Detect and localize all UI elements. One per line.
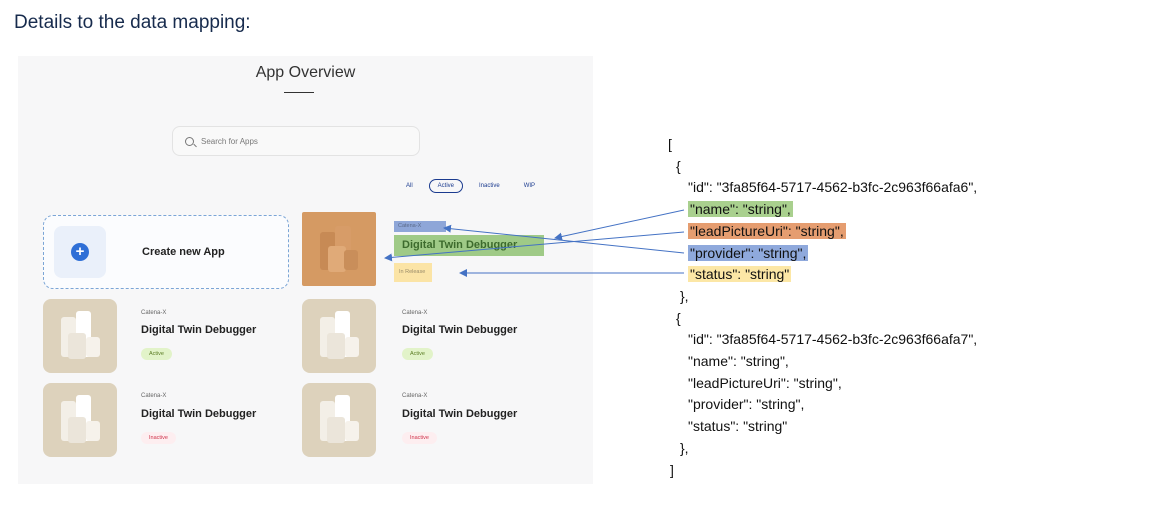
json-id-line: "id": "3fa85f64-5717-4562-b3fc-2c963f66a… — [688, 179, 978, 196]
status-badge: Active — [402, 348, 433, 360]
app-card-provider: Catena-X — [402, 393, 428, 399]
app-card-provider: Catena-X — [402, 310, 428, 316]
status-badge: Active — [141, 348, 172, 360]
json-name-line: "name": "string", — [688, 353, 789, 370]
highlighted-app-image[interactable] — [302, 212, 376, 286]
json-status-line: "status": "string" — [688, 266, 792, 283]
json-object-close: }, — [680, 439, 689, 456]
app-card-provider: Catena-X — [141, 310, 167, 316]
json-provider-line: "provider": "string", — [688, 396, 805, 413]
app-card-image[interactable] — [43, 299, 117, 373]
json-lead-picture-line: "leadPictureUri": "string", — [688, 222, 846, 239]
app-card-name[interactable]: Digital Twin Debugger — [141, 324, 256, 336]
mockup-title: App Overview — [255, 64, 356, 81]
json-close-bracket: ] — [670, 461, 674, 478]
json-object-open: { — [676, 157, 681, 174]
title-underline — [284, 92, 314, 93]
json-sample: [ { "id": "3fa85f64-5717-4562-b3fc-2c963… — [668, 134, 977, 481]
search-icon — [185, 136, 194, 146]
highlighted-status-badge: In Release — [394, 263, 432, 282]
highlighted-app-name: Digital Twin Debugger — [394, 235, 544, 256]
status-filter-tabs: All Active Inactive WIP — [398, 179, 551, 193]
app-overview-mockup: App Overview Search for Apps All Active … — [18, 56, 593, 484]
highlighted-provider: Catena-X — [394, 221, 446, 232]
search-placeholder: Search for Apps — [201, 136, 258, 146]
json-object-open: { — [676, 309, 681, 326]
json-open-bracket: [ — [668, 136, 672, 152]
plus-icon: + — [71, 243, 89, 261]
filter-wip[interactable]: WIP — [516, 180, 543, 192]
filter-all[interactable]: All — [398, 180, 421, 192]
search-input[interactable]: Search for Apps — [172, 126, 420, 156]
app-card-image[interactable] — [302, 299, 376, 373]
json-lead-picture-line: "leadPictureUri": "string", — [688, 374, 842, 391]
json-status-line: "status": "string" — [688, 418, 788, 435]
json-id-line: "id": "3fa85f64-5717-4562-b3fc-2c963f66a… — [688, 331, 978, 348]
status-badge: Inactive — [402, 432, 437, 444]
cylinders-image-icon — [61, 311, 100, 359]
cylinders-image-icon — [320, 226, 358, 272]
json-object-close: }, — [680, 287, 689, 304]
cylinders-image-icon — [320, 311, 359, 359]
app-card-name[interactable]: Digital Twin Debugger — [402, 324, 517, 336]
json-name-line: "name": "string", — [688, 201, 793, 218]
page-heading: Details to the data mapping: — [14, 12, 251, 33]
app-card-name[interactable]: Digital Twin Debugger — [141, 408, 256, 420]
app-card-provider: Catena-X — [141, 393, 167, 399]
create-app-label: Create new App — [142, 246, 225, 258]
json-provider-line: "provider": "string", — [688, 244, 809, 261]
create-app-icon-box: + — [54, 226, 106, 278]
app-card-image[interactable] — [302, 383, 376, 457]
filter-inactive[interactable]: Inactive — [471, 180, 508, 192]
create-app-card[interactable]: + Create new App — [43, 215, 289, 289]
status-badge: Inactive — [141, 432, 176, 444]
app-card-name[interactable]: Digital Twin Debugger — [402, 408, 517, 420]
filter-active[interactable]: Active — [428, 179, 464, 193]
app-card-image[interactable] — [43, 383, 117, 457]
cylinders-image-icon — [320, 395, 359, 443]
cylinders-image-icon — [61, 395, 100, 443]
